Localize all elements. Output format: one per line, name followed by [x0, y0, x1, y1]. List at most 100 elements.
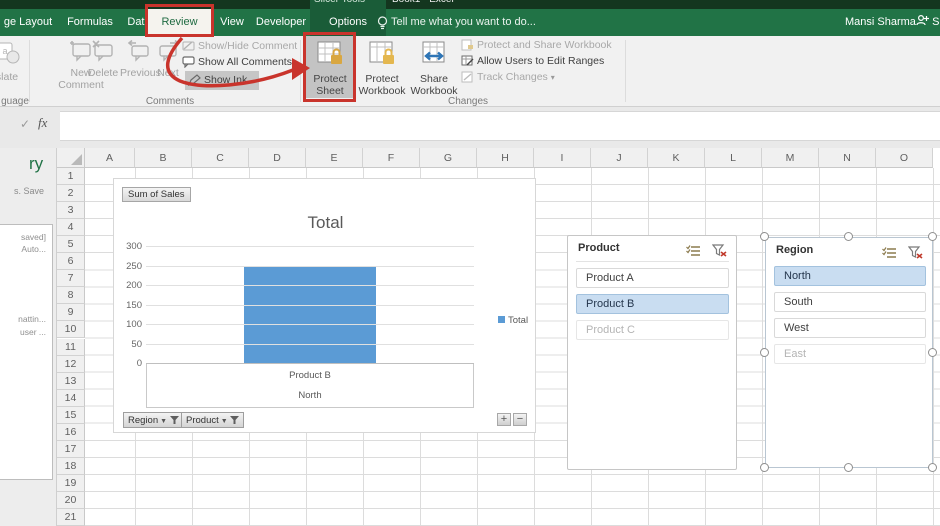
- row-header-14[interactable]: 14: [57, 389, 85, 407]
- row-header-10[interactable]: 10: [57, 321, 85, 339]
- formula-input[interactable]: [60, 111, 940, 141]
- show-all-comments-button[interactable]: Show All Comments: [182, 56, 292, 72]
- tab-formulas[interactable]: Formulas: [62, 9, 118, 36]
- slicer-item-product-b[interactable]: Product B: [576, 294, 729, 314]
- share-button[interactable]: S: [916, 9, 940, 36]
- multi-select-icon[interactable]: [686, 244, 701, 262]
- tab-review[interactable]: Review: [148, 9, 211, 36]
- row-header-1[interactable]: 1: [57, 168, 85, 186]
- user-account[interactable]: Mansi Sharma: [845, 9, 916, 36]
- show-hide-comment-button[interactable]: Show/Hide Comment: [182, 40, 297, 56]
- show-ink-button[interactable]: Show Ink: [185, 71, 259, 90]
- column-header-j[interactable]: J: [591, 148, 648, 168]
- row-header-16[interactable]: 16: [57, 423, 85, 441]
- clear-filter-icon[interactable]: [711, 244, 727, 262]
- row-header-15[interactable]: 15: [57, 406, 85, 424]
- tell-me-box[interactable]: Tell me what you want to do...: [391, 9, 536, 36]
- row-header-8[interactable]: 8: [57, 287, 85, 305]
- row-header-6[interactable]: 6: [57, 253, 85, 271]
- filter-funnel-icon: [230, 416, 240, 424]
- tab-page-layout[interactable]: ge Layout: [0, 9, 56, 36]
- row-header-11[interactable]: 11: [57, 338, 85, 356]
- recovery-file-list[interactable]: saved] Auto... nattin... user ...: [0, 224, 53, 480]
- column-header-d[interactable]: D: [249, 148, 306, 168]
- enter-icon[interactable]: ✓: [20, 117, 30, 131]
- clear-filter-icon[interactable]: [907, 246, 923, 264]
- allow-users-edit-ranges-button[interactable]: Allow Users to Edit Ranges: [461, 55, 604, 71]
- slicer-item-north[interactable]: North: [774, 266, 926, 286]
- show-hide-comment-icon: [182, 40, 195, 55]
- row-header-9[interactable]: 9: [57, 304, 85, 322]
- column-header-h[interactable]: H: [477, 148, 534, 168]
- insert-function-icon[interactable]: fx: [38, 115, 47, 131]
- column-header-c[interactable]: C: [192, 148, 249, 168]
- selection-handle[interactable]: [760, 348, 769, 357]
- values-field-button[interactable]: Sum of Sales: [122, 187, 191, 202]
- select-all-triangle-icon: [71, 154, 82, 165]
- slicer-item-west[interactable]: West: [774, 318, 926, 338]
- delete-comment-button[interactable]: Delete: [84, 38, 122, 96]
- row-header-20[interactable]: 20: [57, 491, 85, 509]
- selection-handle[interactable]: [928, 463, 937, 472]
- column-header-a[interactable]: A: [85, 148, 135, 168]
- select-all-button[interactable]: [57, 148, 85, 168]
- translate-button[interactable]: a slate: [0, 38, 28, 96]
- protect-share-workbook-button[interactable]: Protect and Share Workbook: [461, 39, 612, 55]
- expand-field-button[interactable]: +: [497, 413, 511, 426]
- track-changes-button[interactable]: Track Changes ▾: [461, 71, 555, 87]
- slicer-item-south[interactable]: South: [774, 292, 926, 312]
- slicer-item-product-a[interactable]: Product A: [576, 268, 729, 288]
- column-header-n[interactable]: N: [819, 148, 876, 168]
- row-header-13[interactable]: 13: [57, 372, 85, 390]
- pivot-chart[interactable]: Sum of Sales Total Product B North Total…: [113, 178, 536, 433]
- column-header-o[interactable]: O: [876, 148, 933, 168]
- row-header-19[interactable]: 19: [57, 474, 85, 492]
- row-header-5[interactable]: 5: [57, 236, 85, 254]
- protect-sheet-button[interactable]: Protect Sheet: [306, 38, 354, 97]
- column-header-m[interactable]: M: [762, 148, 819, 168]
- share-workbook-button[interactable]: Share Workbook: [408, 38, 460, 97]
- y-axis-tick-label: 0: [136, 358, 142, 369]
- language-group-label: guage: [1, 96, 29, 107]
- column-header-g[interactable]: G: [420, 148, 477, 168]
- multi-select-icon[interactable]: [882, 246, 897, 264]
- row-header-3[interactable]: 3: [57, 202, 85, 220]
- selection-handle[interactable]: [760, 232, 769, 241]
- tab-view[interactable]: View: [214, 9, 250, 36]
- product-axis-field-button[interactable]: Product ▼: [181, 412, 245, 428]
- selection-handle[interactable]: [928, 232, 937, 241]
- column-header-e[interactable]: E: [306, 148, 363, 168]
- tab-options[interactable]: Options: [312, 9, 384, 36]
- column-header-b[interactable]: B: [135, 148, 192, 168]
- row-header-18[interactable]: 18: [57, 457, 85, 475]
- selection-handle[interactable]: [928, 348, 937, 357]
- column-header-i[interactable]: I: [534, 148, 591, 168]
- column-header-f[interactable]: F: [363, 148, 420, 168]
- collapse-field-button[interactable]: −: [513, 413, 527, 426]
- slicer-item-product-c[interactable]: Product C: [576, 320, 729, 340]
- column-header-l[interactable]: L: [705, 148, 762, 168]
- slicer-item-east[interactable]: East: [774, 344, 926, 364]
- column-header-k[interactable]: K: [648, 148, 705, 168]
- row-header-17[interactable]: 17: [57, 440, 85, 458]
- recovery-pane-title: ry: [29, 154, 44, 173]
- group-separator: [300, 40, 301, 102]
- recovery-file-fragment: user ...: [20, 327, 46, 337]
- region-slicer[interactable]: Region North South West East: [765, 237, 933, 468]
- svg-text:a: a: [2, 46, 7, 56]
- region-axis-field-button[interactable]: Region ▼: [123, 412, 184, 428]
- row-header-2[interactable]: 2: [57, 185, 85, 203]
- product-slicer[interactable]: Product Product A Product B Product C: [567, 235, 737, 470]
- selection-handle[interactable]: [844, 232, 853, 241]
- row-header-4[interactable]: 4: [57, 219, 85, 237]
- chart-bar[interactable]: [244, 265, 376, 363]
- next-comment-button[interactable]: Next: [152, 38, 184, 96]
- tab-developer[interactable]: Developer: [252, 9, 310, 36]
- selection-handle[interactable]: [760, 463, 769, 472]
- row-header-7[interactable]: 7: [57, 270, 85, 288]
- group-separator: [625, 40, 626, 102]
- row-header-21[interactable]: 21: [57, 509, 85, 526]
- row-header-12[interactable]: 12: [57, 355, 85, 373]
- selection-handle[interactable]: [844, 463, 853, 472]
- protect-workbook-button[interactable]: Protect Workbook: [356, 38, 408, 97]
